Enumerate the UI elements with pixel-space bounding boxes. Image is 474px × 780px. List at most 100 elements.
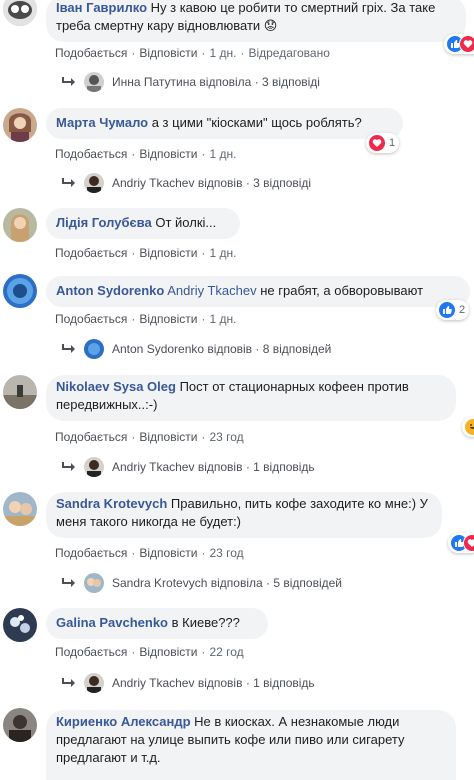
comment-author[interactable]: Лідія Голубєва bbox=[56, 215, 152, 230]
reply-count: 8 відповідей bbox=[262, 342, 332, 356]
love-icon bbox=[368, 134, 386, 152]
reply-arrow-icon bbox=[62, 678, 75, 687]
comment-actions: Подобається · Відповісти · 22 год bbox=[55, 645, 244, 659]
comment-bubble: Лідія Голубєва От йолкі... bbox=[46, 208, 240, 239]
timestamp[interactable]: 1 дн. bbox=[209, 147, 236, 161]
reply-link[interactable]: Відповісти bbox=[139, 46, 197, 60]
comment-text: Пост от стационарных кофеен против bbox=[179, 379, 409, 394]
reaction-summary[interactable]: 2 bbox=[436, 300, 470, 320]
comment-author[interactable]: Кириенко Александр bbox=[56, 714, 191, 729]
like-link[interactable]: Подобається bbox=[55, 46, 127, 60]
avatar[interactable] bbox=[3, 108, 37, 142]
comment-author[interactable]: Anton Sydorenko bbox=[56, 283, 164, 298]
reaction-summary[interactable] bbox=[448, 533, 474, 553]
reply-count: 5 відповідей bbox=[273, 576, 343, 590]
reply-count: 3 відповіді bbox=[253, 176, 312, 190]
reply-link[interactable]: Відповісти bbox=[139, 645, 197, 659]
comment-actions: Подобається · Відповісти · 1 дн. bbox=[55, 246, 237, 260]
reaction-summary[interactable]: 6 bbox=[444, 34, 474, 54]
comment-text: передвижных..:-) bbox=[56, 397, 158, 412]
reply-author: Andriy Tkachev bbox=[112, 460, 195, 474]
reply-author: Anton Sydorenko bbox=[112, 342, 205, 356]
like-link[interactable]: Подобається bbox=[55, 312, 127, 326]
comment-actions: Подобається · Відповісти · 1 дн. · Відредагова… bbox=[55, 46, 330, 60]
timestamp[interactable]: 23 год bbox=[209, 430, 243, 444]
avatar[interactable] bbox=[3, 208, 37, 242]
avatar[interactable] bbox=[3, 492, 37, 526]
comment-bubble: Galina Pavchenko в Киеве??? bbox=[46, 608, 268, 639]
comment-text: Не в киосках. А незнакомые люди bbox=[194, 714, 400, 729]
haha-icon bbox=[464, 418, 474, 436]
comment-author[interactable]: Sandra Krotevych bbox=[56, 496, 167, 511]
comment-bubble: Марта Чумало а з цими "кіосками" щось ро… bbox=[46, 108, 403, 139]
reply-count: 1 відповідь bbox=[253, 460, 315, 474]
like-link[interactable]: Подобається bbox=[55, 147, 127, 161]
comment-actions: Подобається · Відповісти · 23 год bbox=[55, 430, 244, 444]
comment-text: предлагают и т.д. bbox=[56, 750, 161, 765]
reply-link[interactable]: Відповісти bbox=[139, 546, 197, 560]
love-icon bbox=[459, 35, 474, 53]
comment-bubble: Nikolaev Sysa Oleg Пост от стационарных … bbox=[46, 375, 456, 421]
comment-text: меня такого никогда не будет:) bbox=[56, 514, 242, 529]
reply-count: 1 відповідь bbox=[253, 676, 315, 690]
like-link[interactable]: Подобається bbox=[55, 430, 127, 444]
reply-link[interactable]: Відповісти bbox=[139, 147, 197, 161]
avatar bbox=[84, 72, 104, 92]
like-link[interactable]: Подобається bbox=[55, 645, 127, 659]
avatar bbox=[84, 339, 104, 359]
comment-text: Ну з кавою це робити то смертний гріх. З… bbox=[150, 0, 436, 15]
comment-author[interactable]: Nikolaev Sysa Oleg bbox=[56, 379, 176, 394]
avatar bbox=[84, 173, 104, 193]
comment-author[interactable]: Galina Pavchenko bbox=[56, 615, 168, 630]
avatar[interactable] bbox=[3, 0, 37, 26]
reaction-count: 1 bbox=[389, 137, 396, 149]
timestamp[interactable]: 1 дн. bbox=[209, 46, 236, 60]
reply-link[interactable]: Відповісти bbox=[139, 312, 197, 326]
timestamp[interactable]: 22 год bbox=[209, 645, 243, 659]
mention-link[interactable]: Andriy Tkachev bbox=[167, 283, 256, 298]
edited-label[interactable]: Відредаговано bbox=[248, 46, 329, 60]
comment-bubble: Anton Sydorenko Andriy Tkachev не грабят… bbox=[46, 276, 470, 307]
comment-text: а з цими "кіосками" щось роблять? bbox=[151, 115, 362, 130]
comment-text: в Киеве??? bbox=[171, 615, 240, 630]
reply-arrow-icon bbox=[62, 462, 75, 471]
reply-arrow-icon bbox=[62, 344, 75, 353]
reply-link[interactable]: Відповісти bbox=[139, 430, 197, 444]
timestamp[interactable]: 1 дн. bbox=[209, 246, 236, 260]
reaction-summary[interactable]: 1 bbox=[366, 133, 400, 153]
reply-author: Andriy Tkachev bbox=[112, 176, 195, 190]
avatar[interactable] bbox=[3, 608, 37, 642]
reply-arrow-icon bbox=[62, 178, 75, 187]
like-icon bbox=[438, 301, 456, 319]
reply-arrow-icon bbox=[62, 578, 75, 587]
avatar bbox=[84, 673, 104, 693]
avatar[interactable] bbox=[3, 708, 37, 742]
comment-text: треба смертну кару відновлювати 😟 bbox=[56, 18, 278, 33]
comment-text: предлагают на улице выпить кофе или пиво… bbox=[56, 732, 405, 747]
reply-count: 3 відповіді bbox=[262, 75, 320, 89]
reply-link[interactable]: Відповісти bbox=[139, 246, 197, 260]
comment-text: не грабят, а обворовывают bbox=[260, 283, 424, 298]
avatar[interactable] bbox=[3, 375, 37, 409]
reply-author: Andriy Tkachev bbox=[112, 676, 195, 690]
reaction-summary[interactable] bbox=[462, 417, 474, 437]
timestamp[interactable]: 23 год bbox=[209, 546, 243, 560]
comment-text: От йолкі... bbox=[155, 215, 217, 230]
comment-bubble: Іван Гаврилко Ну з кавою це робити то см… bbox=[46, 0, 466, 42]
comment-actions: Подобається · Відповісти · 1 дн. bbox=[55, 312, 237, 326]
reply-author: Инна Патутина bbox=[112, 75, 197, 89]
comment-text: Правильно, пить кофе заходите ко мне:) У bbox=[170, 496, 428, 511]
like-link[interactable]: Подобається bbox=[55, 246, 127, 260]
comment-actions: Подобається · Відповісти · 1 дн. bbox=[55, 147, 237, 161]
reply-author: Sandra Krotevych bbox=[112, 576, 208, 590]
love-icon bbox=[463, 534, 474, 552]
avatar[interactable] bbox=[3, 274, 37, 308]
reaction-count: 2 bbox=[459, 304, 466, 316]
like-link[interactable]: Подобається bbox=[55, 546, 127, 560]
reply-arrow-icon bbox=[62, 77, 75, 86]
comment-author[interactable]: Іван Гаврилко bbox=[56, 0, 147, 15]
timestamp[interactable]: 1 дн. bbox=[209, 312, 236, 326]
comment-author[interactable]: Марта Чумало bbox=[56, 115, 148, 130]
avatar bbox=[84, 573, 104, 593]
comment-actions: Подобається · Відповісти · 23 год bbox=[55, 546, 244, 560]
